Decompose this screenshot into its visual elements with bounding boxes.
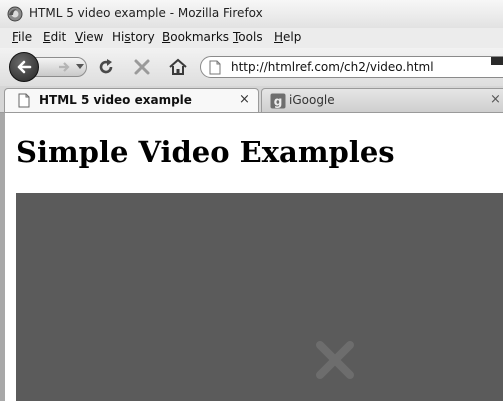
menu-file[interactable]: File — [12, 30, 32, 44]
address-bar[interactable]: http://htmlref.com/ch2/video.html — [200, 56, 503, 78]
menu-view[interactable]: View — [75, 30, 103, 44]
back-button[interactable] — [9, 52, 39, 82]
svg-text:g: g — [274, 95, 283, 109]
menu-bar: File Edit View History Bookmarks Tools H… — [0, 28, 503, 48]
window-title: HTML 5 video example - Mozilla Firefox — [29, 6, 263, 20]
back-forward-group — [9, 52, 87, 82]
navigation-toolbar: http://htmlref.com/ch2/video.html — [0, 48, 503, 87]
menu-history[interactable]: History — [112, 30, 155, 44]
browser-window: HTML 5 video example - Mozilla Firefox F… — [0, 0, 503, 401]
title-bar: HTML 5 video example - Mozilla Firefox — [0, 0, 503, 28]
toolbar-overflow-edge — [491, 57, 503, 65]
page-content: Simple Video Examples — [5, 113, 503, 401]
menu-edit[interactable]: Edit — [43, 30, 66, 44]
video-error-icon — [316, 341, 354, 379]
close-icon[interactable]: × — [490, 92, 501, 107]
tab-strip: HTML 5 video example × g iGoogle × — [0, 86, 503, 113]
tab-igoogle[interactable]: g iGoogle × — [261, 88, 503, 112]
home-icon[interactable] — [168, 58, 188, 76]
google-icon: g — [270, 93, 286, 109]
page-icon — [209, 60, 221, 75]
video-player[interactable] — [16, 193, 503, 401]
forward-icon — [59, 62, 70, 72]
tab-html5-video-example[interactable]: HTML 5 video example × — [4, 88, 259, 112]
page-heading: Simple Video Examples — [16, 135, 395, 169]
tab-label: HTML 5 video example — [39, 93, 192, 107]
close-icon[interactable]: × — [239, 92, 250, 107]
menu-tools[interactable]: Tools — [233, 30, 263, 44]
url-text[interactable]: http://htmlref.com/ch2/video.html — [231, 60, 434, 74]
tab-label: iGoogle — [289, 93, 335, 107]
forward-button[interactable] — [35, 57, 87, 77]
stop-icon[interactable] — [133, 58, 151, 76]
menu-bookmarks[interactable]: Bookmarks — [162, 30, 229, 44]
menu-help[interactable]: Help — [274, 30, 301, 44]
reload-icon[interactable] — [97, 58, 115, 76]
back-icon — [17, 60, 32, 74]
chevron-down-icon[interactable] — [76, 64, 84, 70]
firefox-icon — [7, 6, 23, 22]
document-icon — [18, 93, 30, 108]
